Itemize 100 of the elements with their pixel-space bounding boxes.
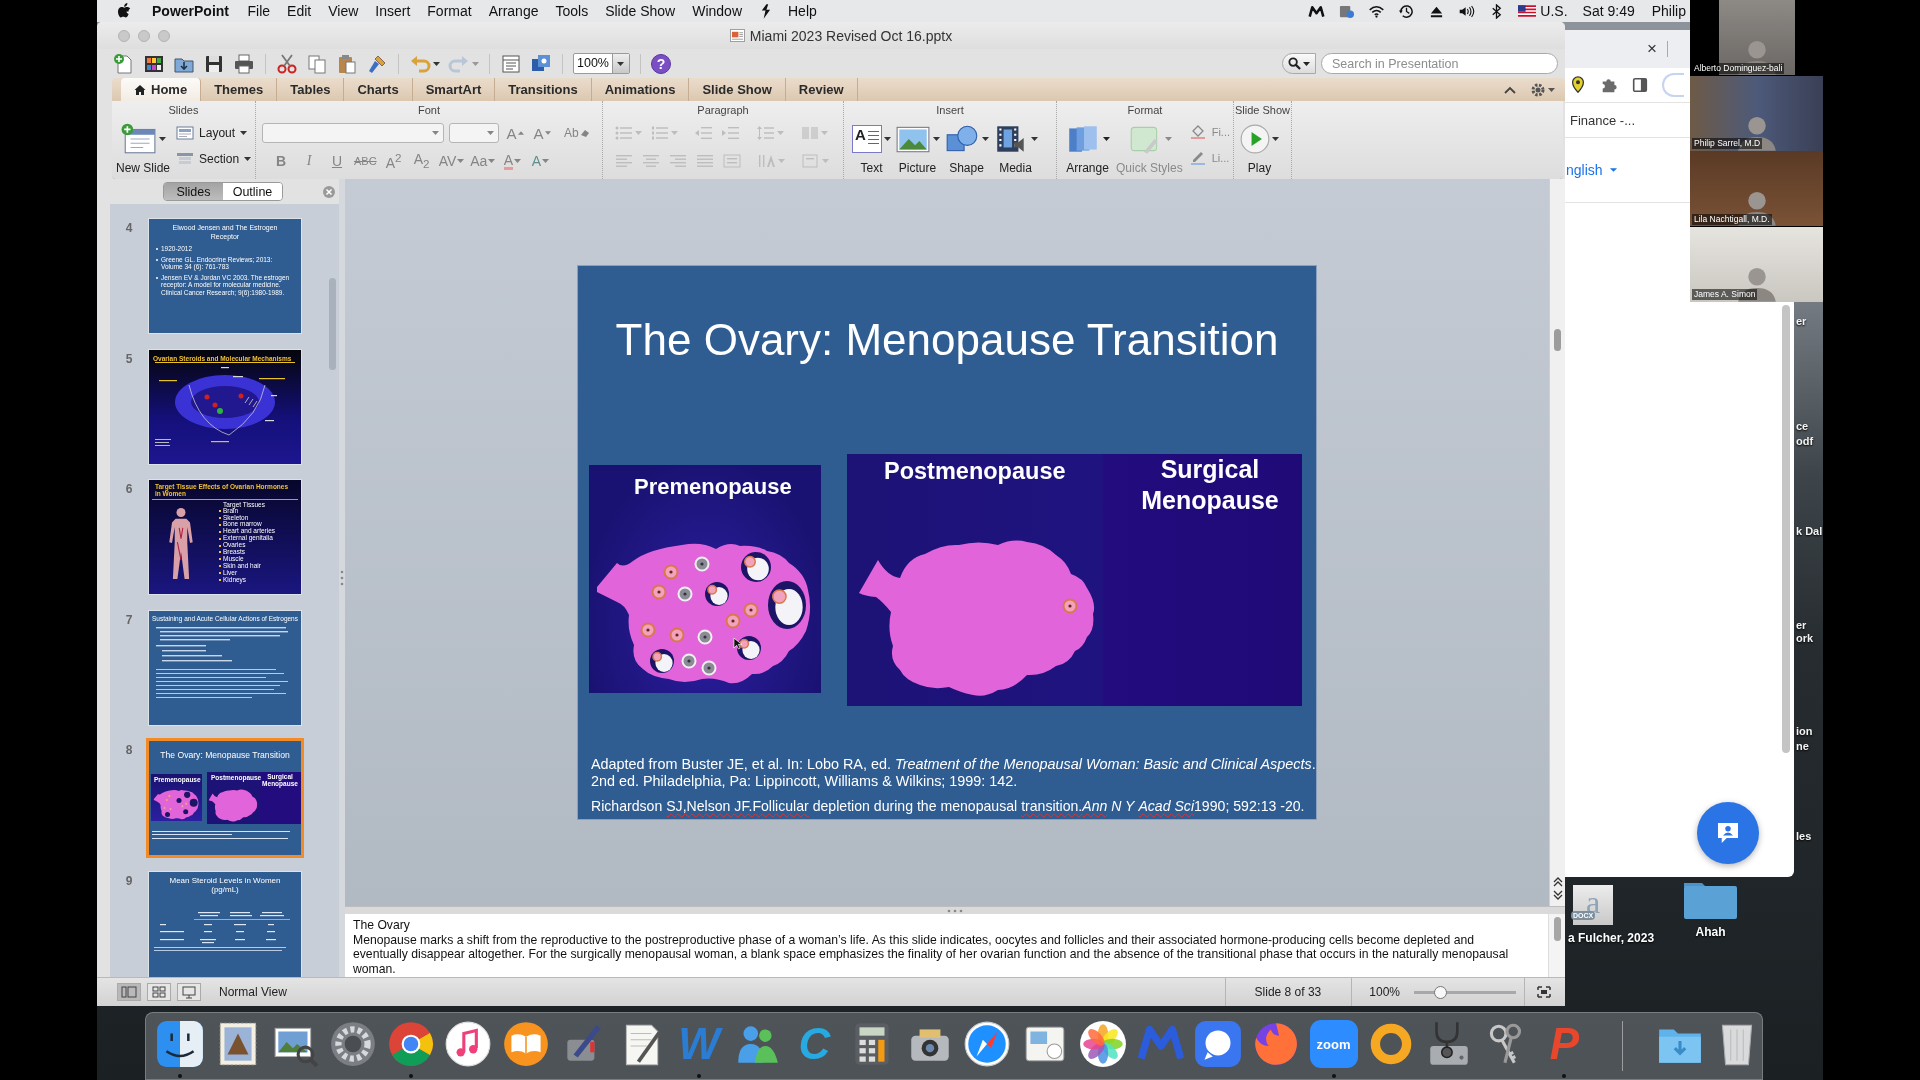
clipboard-icon[interactable]: [336, 52, 358, 75]
lightning-bolt-icon[interactable]: [759, 3, 771, 19]
menu-item[interactable]: Slide Show: [596, 3, 684, 19]
next-slide-icon[interactable]: [1552, 890, 1563, 900]
pane-tab[interactable]: Outline: [223, 183, 282, 200]
normal-view-icon[interactable]: [117, 983, 141, 1001]
grid-view-icon[interactable]: [147, 983, 171, 1001]
splitter-grip-icon[interactable]: [340, 570, 344, 586]
caret-icon: [933, 137, 940, 141]
desktop-icon-label[interactable]: er: [1796, 619, 1807, 632]
scrollbar-thumb[interactable]: [1782, 305, 1790, 753]
thumbnail-title: The Ovary: Menopause Transition: [159, 749, 291, 760]
bookmark-link[interactable]: Finance -...: [1570, 112, 1636, 128]
side-panel-icon[interactable]: [1631, 76, 1649, 94]
app-menu[interactable]: PowerPoint: [152, 3, 229, 19]
menu-item[interactable]: File: [239, 3, 279, 19]
menu-item[interactable]: Window: [683, 3, 751, 19]
menu-item[interactable]: Insert: [366, 3, 419, 19]
pane-tab[interactable]: Slides: [164, 183, 223, 200]
desktop-icon-label[interactable]: a Fulcher, 2023: [1568, 931, 1655, 945]
notes-paragraph: Menopause marks a shift from the reproductive to the postreproductive phase of a woman’s life. As this slide indicates, oocytes and follicles and their associated hormone-producing cells become depleted and eventually disappear altogether. For the surgically menopausal woman, a blank space emphasizes the finality of her ovarian function and the absence of the transitional phase that occurs in the naturally menopausal woman.: [353, 932, 1510, 977]
scrollbar-thumb[interactable]: [1554, 329, 1561, 351]
window-layout-icon[interactable]: [500, 52, 522, 75]
search-field[interactable]: Search in Presentation: [1321, 53, 1558, 74]
search-icon: [1288, 57, 1301, 70]
presenter-view-icon[interactable]: [177, 983, 201, 1001]
puzzle-piece-icon[interactable]: [1600, 76, 1618, 94]
tab-close-button[interactable]: ×: [1647, 39, 1657, 59]
menu-item[interactable]: Help: [779, 3, 826, 19]
section-button[interactable]: Section: [176, 149, 252, 169]
figure-caption: Premenopause: [634, 474, 792, 501]
arrange-button[interactable]: Arrange: [1065, 118, 1110, 175]
slide-position: Slide 8 of 33: [1224, 977, 1352, 1006]
new-slide-button[interactable]: New Slide: [116, 118, 171, 175]
language-dropdown[interactable]: nglish: [1565, 162, 1618, 178]
desktop-icon-label[interactable]: les: [1796, 830, 1812, 843]
close-pane-icon[interactable]: [322, 184, 336, 199]
volume-icon[interactable]: [1458, 3, 1476, 19]
caret-icon: [982, 137, 989, 141]
slide-thumbnail[interactable]: Mean Steroid Levels in Women (pg/mL): [148, 870, 302, 977]
caret-icon[interactable]: [1548, 87, 1555, 92]
scrollbar-thumb[interactable]: [328, 278, 336, 370]
folder-icon[interactable]: [1684, 883, 1738, 919]
desktop-icon-label[interactable]: ne: [1796, 740, 1809, 753]
desktop-icon-label[interactable]: Ahah: [1695, 925, 1726, 939]
play-icon: [1240, 124, 1270, 154]
menu-item[interactable]: Tools: [546, 3, 597, 19]
desktop-icon-label[interactable]: ion: [1796, 725, 1813, 738]
user-name[interactable]: Philip: [1651, 3, 1686, 19]
text-box-button[interactable]: A Text: [852, 118, 891, 175]
wifi-icon[interactable]: [1368, 3, 1386, 19]
section-stack-icon: [176, 152, 195, 166]
two-tone-face-icon[interactable]: [154, 1019, 205, 1069]
history-clock-icon[interactable]: [1398, 3, 1416, 19]
figure-caption: Surgical Menopause: [1140, 454, 1280, 516]
menu-item[interactable]: Arrange: [480, 3, 547, 19]
printer-icon[interactable]: [233, 52, 255, 75]
media-button[interactable]: Media: [993, 118, 1038, 175]
zoom-slider-thumb[interactable]: [1433, 985, 1447, 999]
menu-item[interactable]: View: [319, 3, 367, 19]
zigzag-logo-icon[interactable]: [1308, 3, 1326, 19]
ribbon-tab[interactable]: Home: [121, 78, 202, 101]
fit-to-window-icon[interactable]: [1537, 986, 1551, 998]
desktop-icon-label[interactable]: ce: [1796, 420, 1809, 433]
layout-button[interactable]: Layout: [176, 123, 252, 143]
location-pin-icon[interactable]: [1569, 76, 1587, 94]
group-label: Slide Show: [1234, 103, 1291, 118]
citation-text: Richardson SJ,Nelson JF.Follicular depletion during the menopausal transition.Ann N Y Acad Sci1990; 592:13 -20.: [591, 798, 1306, 815]
collapse-ribbon-icon[interactable]: [1504, 85, 1516, 94]
flag-icon[interactable]: [1518, 5, 1537, 17]
picture-button[interactable]: Picture: [895, 118, 940, 175]
participant-name: Lila Nachtigall, M.D.: [1692, 213, 1772, 225]
previous-slide-icon[interactable]: [1552, 877, 1563, 887]
scissors-icon[interactable]: [276, 52, 298, 75]
clock[interactable]: Sat 9:49: [1582, 3, 1635, 19]
flower-petals-icon[interactable]: [1077, 1019, 1128, 1069]
menu-item[interactable]: Edit: [278, 3, 320, 19]
notes-field[interactable]: [345, 914, 1565, 977]
apple-logo-icon[interactable]: [117, 3, 131, 19]
document-tools-icon[interactable]: [1338, 3, 1356, 19]
zoom-field[interactable]: 100%: [573, 53, 630, 74]
speech-bubble-icon[interactable]: [1193, 1019, 1244, 1069]
play-button[interactable]: Play: [1240, 118, 1279, 175]
new-document-icon[interactable]: [113, 52, 135, 75]
desktop-icon-label[interactable]: k Dal: [1796, 525, 1823, 538]
caret-icon: [1164, 137, 1172, 141]
help-button[interactable]: ?: [651, 53, 671, 74]
search-options-button[interactable]: [1282, 53, 1316, 74]
copy-icon[interactable]: [306, 52, 328, 75]
scrollbar-thumb[interactable]: [1553, 917, 1561, 941]
desktop-icon-label[interactable]: odf: [1796, 435, 1814, 448]
caret-icon[interactable]: [433, 61, 440, 66]
slide-thumbnail[interactable]: [148, 218, 302, 334]
menu-item[interactable]: Format: [418, 3, 481, 19]
desktop-icon-label[interactable]: er: [1796, 315, 1807, 328]
input-source[interactable]: U.S.: [1540, 3, 1568, 19]
splitter-grip-icon[interactable]: [947, 908, 963, 913]
shape-button[interactable]: Shape: [944, 118, 989, 175]
desktop-icon-label[interactable]: ork: [1796, 632, 1814, 645]
gear-icon[interactable]: [1530, 81, 1546, 98]
